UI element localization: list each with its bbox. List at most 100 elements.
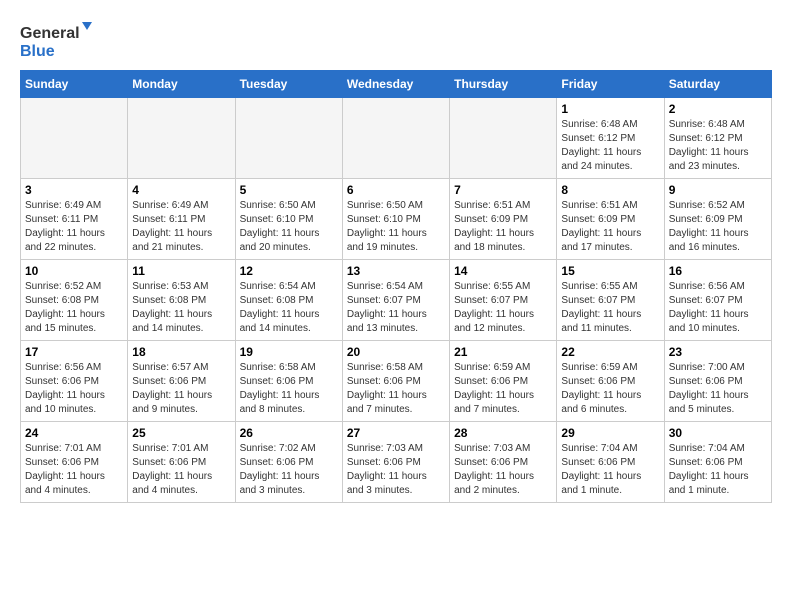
day-number: 22 bbox=[561, 345, 659, 359]
day-number: 21 bbox=[454, 345, 552, 359]
day-info: Sunrise: 6:50 AMSunset: 6:10 PMDaylight:… bbox=[240, 199, 338, 255]
calendar-day-cell: 11Sunrise: 6:53 AMSunset: 6:08 PMDayligh… bbox=[128, 260, 235, 341]
day-info: Sunrise: 6:57 AMSunset: 6:06 PMDaylight:… bbox=[132, 361, 230, 417]
day-number: 27 bbox=[347, 426, 445, 440]
day-info: Sunrise: 6:56 AMSunset: 6:07 PMDaylight:… bbox=[669, 280, 767, 336]
calendar-day-cell: 29Sunrise: 7:04 AMSunset: 6:06 PMDayligh… bbox=[557, 422, 664, 503]
calendar-day-cell: 16 Sunrise: 6:56 AMSunset: 6:07 PMDayligh… bbox=[664, 260, 771, 341]
day-info: Sunrise: 6:59 AMSunset: 6:06 PMDaylight:… bbox=[561, 361, 659, 417]
calendar-day-cell: 23 Sunrise: 7:00 AMSunset: 6:06 PMDayligh… bbox=[664, 341, 771, 422]
day-number: 18 bbox=[132, 345, 230, 359]
day-info: Sunrise: 6:52 AMSunset: 6:08 PMDaylight:… bbox=[25, 280, 123, 336]
day-info: Sunrise: 7:01 AMSunset: 6:06 PMDaylight:… bbox=[25, 442, 123, 498]
day-number: 29 bbox=[561, 426, 659, 440]
day-info: Sunrise: 6:54 AMSunset: 6:08 PMDaylight:… bbox=[240, 280, 338, 336]
calendar-day-cell: 3 Sunrise: 6:49 AMSunset: 6:11 PMDaylight… bbox=[21, 179, 128, 260]
weekday-header: Wednesday bbox=[342, 71, 449, 98]
day-number: 20 bbox=[347, 345, 445, 359]
calendar-week-row: 24 Sunrise: 7:01 AMSunset: 6:06 PMDayligh… bbox=[21, 422, 772, 503]
day-number: 9 bbox=[669, 183, 767, 197]
calendar-day-cell bbox=[235, 98, 342, 179]
day-number: 14 bbox=[454, 264, 552, 278]
logo: GeneralBlue bbox=[20, 20, 100, 60]
day-info: Sunrise: 6:59 AMSunset: 6:06 PMDaylight:… bbox=[454, 361, 552, 417]
day-number: 4 bbox=[132, 183, 230, 197]
calendar-day-cell: 19Sunrise: 6:58 AMSunset: 6:06 PMDayligh… bbox=[235, 341, 342, 422]
day-number: 6 bbox=[347, 183, 445, 197]
weekday-header: Monday bbox=[128, 71, 235, 98]
day-number: 10 bbox=[25, 264, 123, 278]
day-number: 25 bbox=[132, 426, 230, 440]
day-info: Sunrise: 6:49 AMSunset: 6:11 PMDaylight:… bbox=[25, 199, 123, 255]
calendar-week-row: 10 Sunrise: 6:52 AMSunset: 6:08 PMDayligh… bbox=[21, 260, 772, 341]
calendar-day-cell: 21 Sunrise: 6:59 AMSunset: 6:06 PMDayligh… bbox=[450, 341, 557, 422]
calendar-day-cell: 12 Sunrise: 6:54 AMSunset: 6:08 PMDayligh… bbox=[235, 260, 342, 341]
day-number: 7 bbox=[454, 183, 552, 197]
calendar-day-cell: 8 Sunrise: 6:51 AMSunset: 6:09 PMDaylight… bbox=[557, 179, 664, 260]
day-info: Sunrise: 6:56 AMSunset: 6:06 PMDaylight:… bbox=[25, 361, 123, 417]
day-info: Sunrise: 6:48 AMSunset: 6:12 PMDaylight:… bbox=[669, 118, 767, 174]
calendar-day-cell: 26Sunrise: 7:02 AMSunset: 6:06 PMDayligh… bbox=[235, 422, 342, 503]
day-info: Sunrise: 6:53 AMSunset: 6:08 PMDaylight:… bbox=[132, 280, 230, 336]
calendar-day-cell: 25 Sunrise: 7:01 AMSunset: 6:06 PMDayligh… bbox=[128, 422, 235, 503]
calendar-week-row: 3 Sunrise: 6:49 AMSunset: 6:11 PMDaylight… bbox=[21, 179, 772, 260]
calendar-week-row: 1 Sunrise: 6:48 AMSunset: 6:12 PMDaylight… bbox=[21, 98, 772, 179]
calendar-day-cell bbox=[342, 98, 449, 179]
calendar-day-cell: 22 Sunrise: 6:59 AMSunset: 6:06 PMDayligh… bbox=[557, 341, 664, 422]
logo-icon: GeneralBlue bbox=[20, 20, 100, 60]
day-number: 24 bbox=[25, 426, 123, 440]
calendar-day-cell: 4 Sunrise: 6:49 AMSunset: 6:11 PMDaylight… bbox=[128, 179, 235, 260]
day-info: Sunrise: 6:55 AMSunset: 6:07 PMDaylight:… bbox=[561, 280, 659, 336]
calendar-table: SundayMondayTuesdayWednesdayThursdayFrid… bbox=[20, 70, 772, 503]
day-number: 19 bbox=[240, 345, 338, 359]
calendar-day-cell bbox=[128, 98, 235, 179]
day-info: Sunrise: 6:50 AMSunset: 6:10 PMDaylight:… bbox=[347, 199, 445, 255]
day-number: 15 bbox=[561, 264, 659, 278]
calendar-week-row: 17 Sunrise: 6:56 AMSunset: 6:06 PMDayligh… bbox=[21, 341, 772, 422]
day-number: 3 bbox=[25, 183, 123, 197]
calendar-body: 1 Sunrise: 6:48 AMSunset: 6:12 PMDaylight… bbox=[21, 98, 772, 503]
day-info: Sunrise: 6:58 AMSunset: 6:06 PMDaylight:… bbox=[347, 361, 445, 417]
day-number: 1 bbox=[561, 102, 659, 116]
calendar-day-cell: 28 Sunrise: 7:03 AMSunset: 6:06 PMDayligh… bbox=[450, 422, 557, 503]
calendar-day-cell: 2Sunrise: 6:48 AMSunset: 6:12 PMDaylight… bbox=[664, 98, 771, 179]
day-number: 17 bbox=[25, 345, 123, 359]
day-info: Sunrise: 7:03 AMSunset: 6:06 PMDaylight:… bbox=[454, 442, 552, 498]
day-number: 28 bbox=[454, 426, 552, 440]
calendar-day-cell: 6 Sunrise: 6:50 AMSunset: 6:10 PMDaylight… bbox=[342, 179, 449, 260]
calendar-day-cell: 5 Sunrise: 6:50 AMSunset: 6:10 PMDaylight… bbox=[235, 179, 342, 260]
calendar-day-cell bbox=[450, 98, 557, 179]
weekday-row: SundayMondayTuesdayWednesdayThursdayFrid… bbox=[21, 71, 772, 98]
page-header: GeneralBlue bbox=[20, 20, 772, 60]
day-info: Sunrise: 6:48 AMSunset: 6:12 PMDaylight:… bbox=[561, 118, 659, 174]
day-info: Sunrise: 6:51 AMSunset: 6:09 PMDaylight:… bbox=[561, 199, 659, 255]
day-number: 30 bbox=[669, 426, 767, 440]
calendar-day-cell: 20 Sunrise: 6:58 AMSunset: 6:06 PMDayligh… bbox=[342, 341, 449, 422]
calendar-day-cell: 1 Sunrise: 6:48 AMSunset: 6:12 PMDaylight… bbox=[557, 98, 664, 179]
calendar-day-cell: 27Sunrise: 7:03 AMSunset: 6:06 PMDayligh… bbox=[342, 422, 449, 503]
day-number: 16 bbox=[669, 264, 767, 278]
weekday-header: Saturday bbox=[664, 71, 771, 98]
weekday-header: Tuesday bbox=[235, 71, 342, 98]
day-info: Sunrise: 7:00 AMSunset: 6:06 PMDaylight:… bbox=[669, 361, 767, 417]
svg-text:General: General bbox=[20, 25, 80, 42]
calendar-day-cell: 10 Sunrise: 6:52 AMSunset: 6:08 PMDayligh… bbox=[21, 260, 128, 341]
calendar-day-cell: 18 Sunrise: 6:57 AMSunset: 6:06 PMDayligh… bbox=[128, 341, 235, 422]
day-number: 23 bbox=[669, 345, 767, 359]
day-info: Sunrise: 7:01 AMSunset: 6:06 PMDaylight:… bbox=[132, 442, 230, 498]
day-number: 13 bbox=[347, 264, 445, 278]
weekday-header: Friday bbox=[557, 71, 664, 98]
calendar-day-cell: 17 Sunrise: 6:56 AMSunset: 6:06 PMDayligh… bbox=[21, 341, 128, 422]
calendar-day-cell: 14 Sunrise: 6:55 AMSunset: 6:07 PMDayligh… bbox=[450, 260, 557, 341]
day-info: Sunrise: 6:54 AMSunset: 6:07 PMDaylight:… bbox=[347, 280, 445, 336]
svg-text:Blue: Blue bbox=[20, 43, 55, 60]
day-info: Sunrise: 6:49 AMSunset: 6:11 PMDaylight:… bbox=[132, 199, 230, 255]
day-info: Sunrise: 6:55 AMSunset: 6:07 PMDaylight:… bbox=[454, 280, 552, 336]
day-number: 12 bbox=[240, 264, 338, 278]
calendar-day-cell: 24 Sunrise: 7:01 AMSunset: 6:06 PMDayligh… bbox=[21, 422, 128, 503]
day-number: 5 bbox=[240, 183, 338, 197]
calendar-header: SundayMondayTuesdayWednesdayThursdayFrid… bbox=[21, 71, 772, 98]
calendar-day-cell: 9Sunrise: 6:52 AMSunset: 6:09 PMDaylight… bbox=[664, 179, 771, 260]
day-info: Sunrise: 7:04 AMSunset: 6:06 PMDaylight:… bbox=[669, 442, 767, 498]
day-number: 8 bbox=[561, 183, 659, 197]
